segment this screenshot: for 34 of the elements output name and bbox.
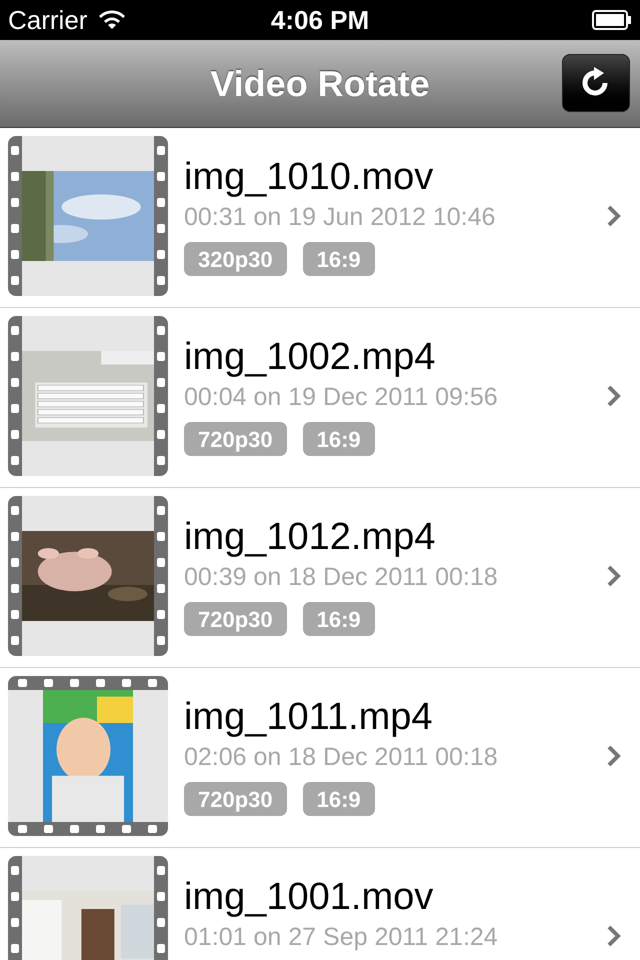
file-name: img_1002.mp4 [184, 335, 436, 380]
video-details: 00:04 on 19 Dec 2011 09:56 [184, 382, 499, 413]
clock-label: 4:06 PM [270, 4, 370, 36]
video-row[interactable]: img_1012.mp4 00:39 on 18 Dec 2011 00:18 720p30 16:9 [0, 488, 640, 668]
chevron-icon [606, 744, 622, 768]
chevron-icon [606, 204, 622, 228]
file-name: img_1010.mov [184, 155, 434, 200]
carrier-label: Carrier [8, 4, 88, 36]
video-details: 01:01 on 27 Sep 2011 21:24 [184, 922, 499, 953]
nav-title: Video Rotate [210, 62, 430, 106]
video-details: 02:06 on 18 Dec 2011 00:18 [184, 742, 499, 773]
video-tag: 16:9 [302, 422, 375, 456]
video-tag: 320p30 [184, 242, 287, 276]
video-tag: 16:9 [302, 782, 375, 816]
file-name: img_1001.mov [184, 875, 434, 920]
chevron-icon [606, 564, 622, 588]
chevron-icon [606, 384, 622, 408]
video-tag: 16:9 [302, 242, 375, 276]
video-tag: 720p30 [184, 422, 287, 456]
video-details: 00:31 on 19 Jun 2012 10:46 [184, 202, 496, 233]
video-tag: 720p30 [184, 782, 287, 816]
chevron-icon [606, 924, 622, 948]
battery-icon [592, 10, 632, 30]
video-details: 00:39 on 18 Dec 2011 00:18 [184, 562, 499, 593]
video-row[interactable]: img_1011.mp4 02:06 on 18 Dec 2011 00:18 720p30 16:9 [0, 668, 640, 848]
video-row[interactable]: img_1002.mp4 00:04 on 19 Dec 2011 09:56 720p30 16:9 [0, 308, 640, 488]
wifi-icon [97, 9, 128, 31]
video-row[interactable]: img_1001.mov 01:01 on 27 Sep 2011 21:24 [0, 848, 640, 960]
video-tag: 720p30 [184, 602, 287, 636]
file-name: img_1012.mp4 [184, 515, 436, 560]
file-name: img_1011.mp4 [184, 695, 434, 740]
video-row[interactable]: img_1010.mov 00:31 on 19 Jun 2012 10:46 320p30 16:9 [0, 128, 640, 308]
video-tag: 16:9 [302, 602, 375, 636]
refresh-button[interactable] [562, 54, 630, 112]
